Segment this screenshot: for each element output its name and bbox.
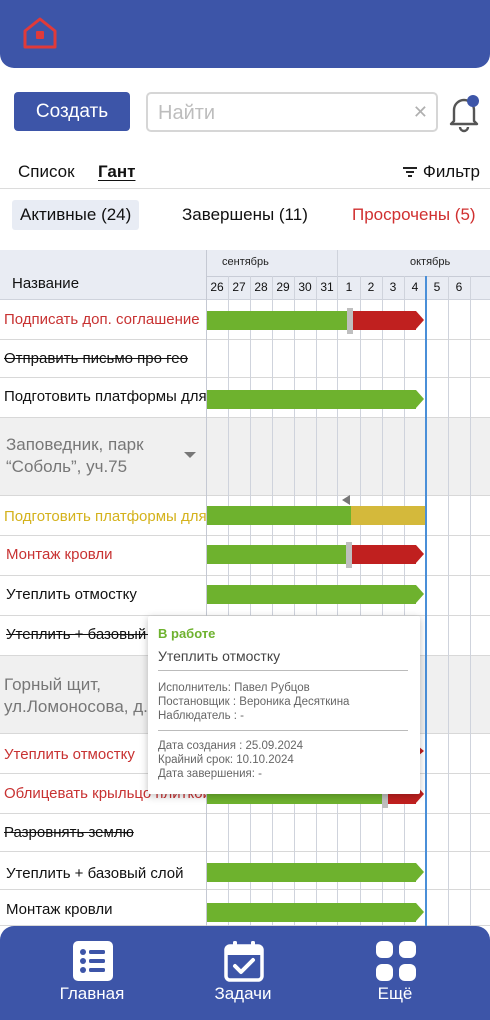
task-bar-overdue[interactable]	[351, 311, 416, 330]
task-name: Подготовить платформы для	[4, 388, 206, 405]
app-screen: Создать ✕ Список Гант Фильтр Активные (2…	[0, 0, 490, 1020]
day-gridline	[448, 276, 449, 926]
tooltip-assignee: Исполнитель: Павел Рубцов	[158, 682, 310, 694]
day-label: 4	[411, 280, 419, 294]
deadline-marker	[347, 308, 353, 334]
search-input[interactable]	[158, 100, 408, 126]
flag-icon	[342, 495, 350, 505]
tooltip-observer: Наблюдатель : -	[158, 710, 244, 722]
task-name: Монтаж кровли	[6, 546, 113, 563]
top-bar	[0, 0, 490, 68]
divider	[158, 730, 408, 731]
tooltip-setter: Постановщик : Вероника Десяткина	[158, 696, 350, 708]
tooltip-status: В работе	[158, 626, 216, 641]
notification-bell-icon[interactable]	[446, 93, 482, 133]
task-name: Утеплить отмостку	[6, 586, 137, 603]
task-bar-progress[interactable]	[207, 545, 351, 564]
task-name: Подготовить платформы для	[4, 508, 206, 525]
home-logo-icon[interactable]	[22, 16, 58, 50]
task-bar-progress[interactable]	[207, 390, 416, 409]
tooltip-deadline: Крайний срок: 10.10.2024	[158, 754, 294, 766]
day-label: 5	[433, 280, 441, 294]
filter-label: Фильтр	[422, 162, 480, 181]
bar-arrow	[416, 585, 424, 603]
gantt-header: Название сентябрь октябрь 26 27 28 29 30…	[0, 250, 490, 300]
task-bar-warning[interactable]	[351, 506, 425, 525]
day-label: 31	[320, 280, 334, 294]
day-label: 27	[232, 280, 246, 294]
day-label: 29	[276, 280, 290, 294]
month-label: октябрь	[410, 256, 451, 268]
task-bar-progress[interactable]	[207, 311, 351, 330]
task-bar-progress[interactable]	[207, 863, 416, 882]
search-box[interactable]: ✕	[146, 92, 438, 132]
task-name: Разровнять землю	[4, 824, 134, 841]
bar-arrow	[416, 545, 424, 563]
nav-home-label: Главная	[59, 984, 125, 1003]
month-label: сентябрь	[222, 256, 269, 268]
bar-arrow	[416, 390, 424, 408]
task-row[interactable]: Разровнять землю	[0, 814, 490, 852]
tooltip-completed: Дата завершения: -	[158, 768, 262, 780]
divider	[0, 188, 490, 189]
filter-button[interactable]: Фильтр	[402, 162, 480, 182]
tooltip-title: Утеплить отмостку	[158, 648, 281, 664]
nav-home[interactable]: Главная	[22, 926, 162, 1020]
list-icon	[73, 941, 113, 981]
tooltip-created: Дата создания : 25.09.2024	[158, 740, 304, 752]
day-label: 3	[389, 280, 397, 294]
task-name: Подписать доп. соглашение	[4, 311, 200, 328]
day-label: 1	[345, 280, 353, 294]
day-label: 30	[298, 280, 312, 294]
bar-arrow	[416, 311, 424, 329]
group-row[interactable]: Заповедник, парк “Соболь”, уч.75	[0, 418, 490, 496]
day-gridline	[470, 276, 471, 926]
tab-list[interactable]: Список	[18, 162, 75, 182]
status-tab-active-label: Активные (24)	[20, 205, 132, 224]
task-name: Утеплить + базовый слой	[6, 865, 184, 882]
nav-tasks-label: Задачи	[214, 984, 272, 1003]
gantt-chart: Название сентябрь октябрь 26 27 28 29 30…	[0, 250, 490, 926]
task-name: Отправить письмо про гео	[4, 350, 188, 367]
task-bar-overdue[interactable]	[351, 545, 416, 564]
day-label: 28	[254, 280, 268, 294]
day-label: 6	[455, 280, 463, 294]
filter-icon	[402, 167, 417, 177]
status-tab-overdue[interactable]: Просрочены (5)	[352, 205, 476, 225]
today-line	[425, 276, 427, 926]
task-bar-progress[interactable]	[207, 903, 416, 922]
status-tab-completed[interactable]: Завершены (11)	[182, 205, 308, 225]
nav-tasks[interactable]: Задачи	[173, 926, 313, 1020]
task-bar-progress[interactable]	[207, 585, 416, 604]
clear-icon[interactable]: ✕	[413, 103, 428, 121]
tab-gantt[interactable]: Гант	[98, 162, 135, 182]
bottom-nav: Главная Задачи Ещё	[0, 926, 490, 1020]
task-bar-progress[interactable]	[207, 506, 351, 525]
grid-icon	[376, 941, 416, 981]
task-tooltip: В работе Утеплить отмостку Исполнитель: …	[148, 616, 420, 794]
divider	[158, 670, 408, 671]
bar-arrow	[416, 903, 424, 921]
create-button[interactable]: Создать	[14, 92, 130, 131]
deadline-marker	[346, 542, 352, 568]
day-label: 2	[367, 280, 375, 294]
chevron-down-icon[interactable]	[184, 452, 196, 458]
nav-more[interactable]: Ещё	[325, 926, 465, 1020]
name-column-header: Название	[12, 275, 80, 292]
day-label: 26	[210, 280, 224, 294]
nav-more-label: Ещё	[377, 984, 413, 1003]
task-row[interactable]: Отправить письмо про гео	[0, 340, 490, 378]
group-name: Заповедник, парк “Соболь”, уч.75	[6, 435, 144, 476]
task-name: Монтаж кровли	[6, 901, 113, 918]
calendar-check-icon	[224, 941, 264, 982]
bar-arrow	[416, 863, 424, 881]
status-tab-active[interactable]: Активные (24)	[12, 200, 140, 230]
